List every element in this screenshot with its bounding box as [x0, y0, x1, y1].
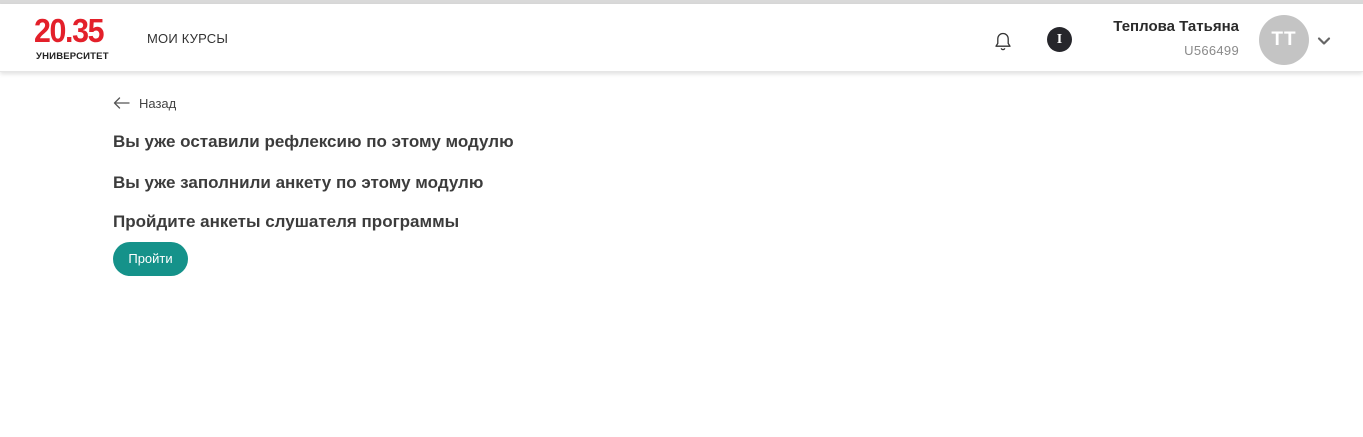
back-link[interactable]: Назад [113, 94, 176, 112]
take-survey-button[interactable]: Пройти [113, 242, 188, 276]
user-name[interactable]: Теплова Татьяна [1113, 18, 1239, 35]
logo-number: 20.35 [34, 12, 104, 49]
nav-my-courses[interactable]: МОИ КУРСЫ [147, 31, 228, 46]
listener-survey-prompt: Пройдите анкеты слушателя программы [113, 212, 460, 231]
back-label: Назад [139, 95, 177, 111]
reflection-done-message: Вы уже оставили рефлексию по этому модул… [113, 132, 514, 151]
survey-done-message: Вы уже заполнили анкету по этому модулю [113, 173, 484, 192]
logo[interactable]: 20.35 УНИВЕРСИТЕТ [34, 14, 116, 64]
bell-icon[interactable] [993, 31, 1013, 53]
avatar[interactable]: ТТ [1259, 15, 1309, 65]
user-id: U566499 [1184, 43, 1239, 58]
logo-subtitle: УНИВЕРСИТЕТ [36, 51, 109, 62]
info-icon[interactable]: I [1047, 27, 1072, 52]
arrow-left-icon [113, 97, 130, 109]
header: 20.35 УНИВЕРСИТЕТ МОИ КУРСЫ I Теплова Та… [0, 4, 1363, 72]
chevron-down-icon[interactable] [1316, 34, 1332, 46]
